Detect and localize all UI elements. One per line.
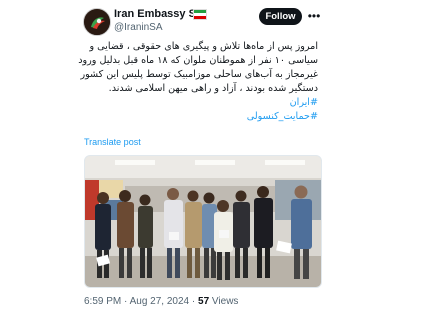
tweet-photo[interactable] [84, 155, 322, 288]
meta-separator: · [191, 296, 196, 307]
group-photo-icon [85, 156, 321, 287]
hashtag-link[interactable]: #ایران [84, 96, 318, 110]
tweet-text-line: دستگیر شده بودند ، آزاد و راهی میهن اسلا… [108, 83, 318, 94]
tweet-text-line: غیرمجاز به آب‌های ساحلی موزامبیک توسط پل… [80, 69, 318, 80]
views-label: Views [211, 296, 239, 307]
emblem-icon [84, 9, 110, 35]
follow-button[interactable]: Follow [259, 8, 302, 25]
tweet-text: امروز پس از ماه‌ها تلاش و پیگیری های حقو… [78, 40, 318, 124]
tweet-text-line: امروز پس از ماه‌ها تلاش و پیگیری های حقو… [89, 41, 318, 52]
hashtag-link[interactable]: #حمایت_کنسولی [84, 110, 318, 124]
post-date[interactable]: Aug 27, 2024 [130, 296, 190, 307]
profile-avatar[interactable] [83, 8, 111, 36]
tweet-meta: 6:59 PM · Aug 27, 2024 · 57 Views [84, 296, 238, 307]
user-handle[interactable]: @IraninSA [114, 22, 163, 33]
views-count: 57 [198, 296, 210, 307]
translate-post-link[interactable]: Translate post [84, 137, 141, 147]
display-name[interactable]: Iran Embassy SA [114, 8, 204, 20]
post-time[interactable]: 6:59 PM [84, 296, 121, 307]
tweet-text-line: سیاسی ۱۰ نفر از هموطنان ملوان که ۱۸ ماه … [78, 55, 318, 66]
iran-flag-icon [193, 9, 207, 20]
more-options-icon[interactable]: ••• [306, 8, 322, 24]
meta-separator: · [124, 296, 128, 307]
tweet-card: Iran Embassy SA @IraninSA Follow ••• امر… [0, 0, 430, 316]
